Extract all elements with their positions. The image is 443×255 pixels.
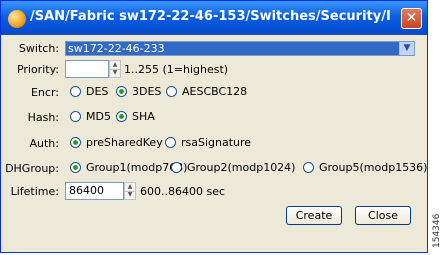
window-close-button[interactable]: ✕ xyxy=(401,8,422,29)
radio-icon xyxy=(171,162,182,173)
dhgroup-group5-radio[interactable]: Group5(modp1536) xyxy=(303,161,427,174)
encr-label: Encr: xyxy=(30,86,59,99)
dhgroup-group2-label: Group2(modp1024) xyxy=(187,161,296,174)
dhgroup-group5-label: Group5(modp1536) xyxy=(319,161,428,174)
priority-hint: 1..255 (1=highest) xyxy=(124,63,229,76)
priority-input[interactable] xyxy=(65,60,109,78)
radio-selected-icon xyxy=(70,162,81,173)
ike-policy-dialog: /SAN/Fabric sw172-22-46-153/Switches/Sec… xyxy=(0,0,428,253)
lifetime-input[interactable]: 86400 xyxy=(65,182,124,200)
auth-presharedkey-label: preSharedKey xyxy=(86,136,163,149)
radio-selected-icon xyxy=(116,111,127,122)
close-button[interactable]: Close xyxy=(355,206,411,225)
figure-id: 154346 xyxy=(432,213,442,248)
spin-down-icon[interactable]: ▼ xyxy=(125,191,135,199)
auth-label: Auth: xyxy=(29,137,60,150)
hash-label: Hash: xyxy=(27,111,59,124)
radio-selected-icon xyxy=(70,137,81,148)
encr-3des-radio[interactable]: 3DES xyxy=(116,85,161,98)
radio-selected-icon xyxy=(116,86,127,97)
encr-aescbc128-radio[interactable]: AESCBC128 xyxy=(166,85,247,98)
dhgroup-label: DHGroup: xyxy=(5,162,59,175)
radio-icon xyxy=(70,111,81,122)
dhgroup-group1-radio[interactable]: Group1(modp768) xyxy=(70,161,187,174)
radio-icon xyxy=(303,162,314,173)
create-button[interactable]: Create xyxy=(286,206,342,225)
hash-md5-radio[interactable]: MD5 xyxy=(70,110,111,123)
hash-sha-label: SHA xyxy=(132,110,155,123)
dhgroup-group2-radio[interactable]: Group2(modp1024) xyxy=(171,161,295,174)
priority-spinner[interactable]: ▲ ▼ xyxy=(109,60,121,78)
hash-md5-label: MD5 xyxy=(86,110,111,123)
auth-rsasignature-label: rsaSignature xyxy=(181,136,252,149)
auth-rsasignature-radio[interactable]: rsaSignature xyxy=(165,136,251,149)
switch-select[interactable]: sw172-22-46-233 ▼ xyxy=(65,41,415,56)
close-icon: ✕ xyxy=(405,10,418,26)
radio-icon xyxy=(70,86,81,97)
switch-value: sw172-22-46-233 xyxy=(68,42,165,55)
lifetime-label: Lifetime: xyxy=(10,185,59,198)
window-title: /SAN/Fabric sw172-22-46-153/Switches/Sec… xyxy=(30,9,390,24)
auth-presharedkey-radio[interactable]: preSharedKey xyxy=(70,136,163,149)
radio-icon xyxy=(165,137,176,148)
lifetime-hint: 600..86400 sec xyxy=(140,185,226,198)
hash-sha-radio[interactable]: SHA xyxy=(116,110,155,123)
lifetime-spinner[interactable]: ▲ ▼ xyxy=(124,182,136,200)
priority-label: Priority: xyxy=(16,63,59,76)
app-icon xyxy=(8,10,26,28)
chevron-down-icon[interactable]: ▼ xyxy=(399,42,414,55)
spin-down-icon[interactable]: ▼ xyxy=(110,69,120,77)
encr-3des-label: 3DES xyxy=(132,85,162,98)
title-bar[interactable]: /SAN/Fabric sw172-22-46-153/Switches/Sec… xyxy=(1,1,427,35)
switch-label: Switch: xyxy=(18,42,59,55)
encr-des-radio[interactable]: DES xyxy=(70,85,108,98)
encr-aescbc128-label: AESCBC128 xyxy=(182,85,248,98)
radio-icon xyxy=(166,86,177,97)
encr-des-label: DES xyxy=(86,85,109,98)
